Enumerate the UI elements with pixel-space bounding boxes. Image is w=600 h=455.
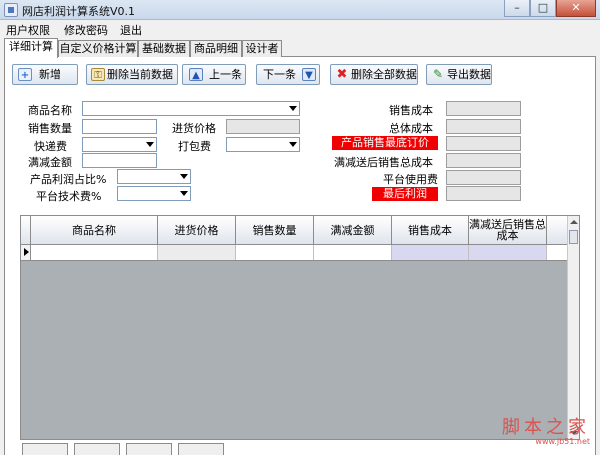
col-sales-cost[interactable]: 销售成本 xyxy=(392,216,469,245)
down-arrow-icon: ▼ xyxy=(302,68,316,81)
cell-sales-cost xyxy=(392,245,469,260)
tab-designer[interactable]: 设计者 xyxy=(242,40,282,57)
watermark-title: 脚本之家 xyxy=(502,417,590,438)
cell-purchase-price xyxy=(158,245,236,260)
final-profit-label: 最后利润 xyxy=(372,187,438,201)
scroll-up-icon[interactable] xyxy=(570,220,578,224)
cell-discounted-total xyxy=(469,245,547,260)
chevron-down-icon xyxy=(180,174,188,179)
cell-discount-amount[interactable] xyxy=(314,245,392,260)
chevron-down-icon xyxy=(146,142,154,147)
total-cost-label: 总体成本 xyxy=(389,122,433,135)
table-row[interactable] xyxy=(21,245,569,261)
pencil-export-icon: ✎ xyxy=(432,67,444,81)
bottom-button-1[interactable] xyxy=(22,443,68,455)
tab-detail-calc[interactable]: 详细计算 xyxy=(4,38,58,58)
delete-all-button[interactable]: ✖ 删除全部数据 xyxy=(330,64,418,85)
packaging-fee-label: 打包费 xyxy=(178,140,211,153)
grid-vertical-scrollbar[interactable] xyxy=(567,216,579,439)
red-x-icon: ✖ xyxy=(336,67,348,82)
menu-bar: 用户权限 修改密码 退出 xyxy=(0,20,600,37)
profit-ratio-select[interactable] xyxy=(117,169,191,184)
col-discounted-total[interactable]: 满减送后销售总成本 xyxy=(469,216,547,245)
cell-product-name[interactable] xyxy=(31,245,158,260)
window-controls: – □ ✕ xyxy=(504,0,596,18)
platform-fee-select[interactable] xyxy=(117,186,191,201)
quantity-label: 销售数量 xyxy=(28,122,72,135)
scroll-thumb[interactable] xyxy=(569,230,578,244)
minimize-button[interactable]: – xyxy=(504,0,530,17)
col-quantity[interactable]: 销售数量 xyxy=(236,216,314,245)
tab-base-data[interactable]: 基础数据 xyxy=(138,40,190,57)
tab-strip: 详细计算 自定义价格计算 基础数据 商品明细 设计者 xyxy=(4,38,596,58)
cell-quantity[interactable] xyxy=(236,245,314,260)
records-grid[interactable]: 商品名称 进货价格 销售数量 满减金额 销售成本 满减送后销售总成本 xyxy=(20,215,580,440)
menu-change-password[interactable]: 修改密码 xyxy=(64,22,108,38)
bottom-button-2[interactable] xyxy=(74,443,120,455)
chevron-down-icon xyxy=(180,191,188,196)
row-pointer-icon xyxy=(24,248,29,256)
total-cost-field xyxy=(446,119,521,134)
menu-exit[interactable]: 退出 xyxy=(120,22,142,38)
platform-usage-fee-field xyxy=(446,170,521,185)
col-purchase-price[interactable]: 进货价格 xyxy=(158,216,236,245)
menu-user-permissions[interactable]: 用户权限 xyxy=(6,22,50,38)
lock-delete-icon: ⚿ xyxy=(91,68,105,81)
profit-ratio-label: 产品利润占比% xyxy=(30,173,107,186)
min-price-label: 产品销售最底订价 xyxy=(332,136,438,150)
final-profit-field xyxy=(446,186,521,201)
row-header-corner xyxy=(21,216,31,245)
plus-file-icon: + xyxy=(18,68,32,81)
chevron-down-icon xyxy=(289,142,297,147)
product-name-label: 商品名称 xyxy=(28,104,72,117)
shipping-fee-select[interactable] xyxy=(82,137,157,152)
delete-current-button[interactable]: ⚿ 删除当前数据 xyxy=(86,64,178,85)
current-row-marker xyxy=(21,245,31,260)
discount-amount-label: 满减金额 xyxy=(28,156,72,169)
prev-button[interactable]: ▲ 上一条 xyxy=(182,64,246,85)
discount-amount-input[interactable] xyxy=(82,153,157,168)
bottom-button-4[interactable] xyxy=(178,443,224,455)
title-bar: 网店利润计算系统V0.1 – □ ✕ xyxy=(0,0,600,20)
col-discount-amount[interactable]: 满减金额 xyxy=(314,216,392,245)
discounted-total-field xyxy=(446,153,521,168)
up-arrow-icon: ▲ xyxy=(189,68,203,81)
bottom-button-3[interactable] xyxy=(126,443,172,455)
sales-cost-label: 销售成本 xyxy=(389,104,433,117)
add-button[interactable]: + 新增 xyxy=(12,64,78,85)
packaging-fee-select[interactable] xyxy=(226,137,300,152)
watermark: 脚本之家 www.jb51.net xyxy=(502,413,590,446)
chevron-down-icon xyxy=(289,106,297,111)
window-title: 网店利润计算系统V0.1 xyxy=(22,5,136,18)
min-price-field xyxy=(446,136,521,151)
platform-usage-fee-label: 平台使用费 xyxy=(383,173,438,186)
export-button[interactable]: ✎ 导出数据 xyxy=(426,64,492,85)
next-button[interactable]: 下一条 ▼ xyxy=(256,64,320,85)
shipping-fee-label: 快递费 xyxy=(34,140,67,153)
purchase-price-label: 进货价格 xyxy=(172,122,216,135)
col-product-name[interactable]: 商品名称 xyxy=(31,216,158,245)
quantity-input[interactable] xyxy=(82,119,157,134)
maximize-button[interactable]: □ xyxy=(530,0,556,17)
discounted-total-label: 满减送后销售总成本 xyxy=(334,156,433,169)
grid-header: 商品名称 进货价格 销售数量 满减金额 销售成本 满减送后销售总成本 xyxy=(21,216,569,245)
app-icon xyxy=(4,3,18,17)
tab-custom-price-calc[interactable]: 自定义价格计算 xyxy=(58,40,138,57)
product-name-select[interactable] xyxy=(82,101,300,116)
purchase-price-field xyxy=(226,119,300,134)
tab-product-details[interactable]: 商品明细 xyxy=(190,40,242,57)
sales-cost-field xyxy=(446,101,521,116)
platform-fee-label: 平台技术费% xyxy=(36,190,102,203)
close-button[interactable]: ✕ xyxy=(556,0,596,17)
